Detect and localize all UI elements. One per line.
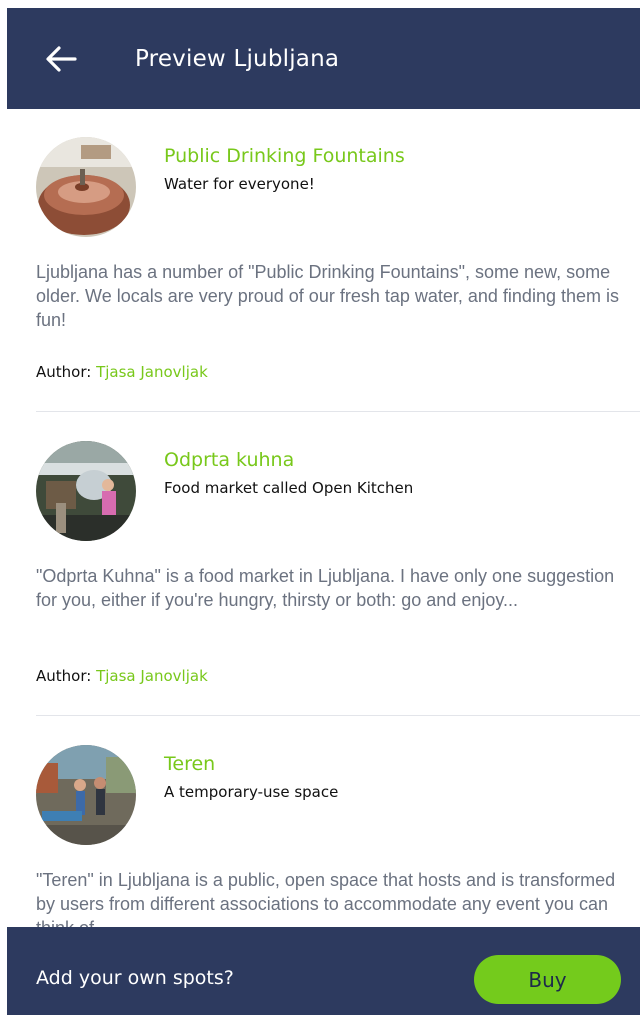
spot-subtitle: Water for everyone! [164, 175, 315, 193]
back-button[interactable] [41, 39, 81, 79]
spot-list[interactable]: Public Drinking Fountains Water for ever… [0, 109, 640, 927]
bottom-cta-bar: Add your own spots? Buy [7, 927, 640, 1015]
spot-subtitle: Food market called Open Kitchen [164, 479, 414, 497]
spot-description: "Teren" in Ljubljana is a public, open s… [36, 870, 616, 927]
add-spots-prompt: Add your own spots? [36, 967, 234, 989]
arrow-left-icon [46, 45, 77, 72]
spot-description: Ljubljana has a number of "Public Drinki… [36, 262, 619, 330]
spot-subtitle: A temporary-use space [164, 783, 339, 801]
divider [36, 715, 640, 716]
author-label: Author: [36, 667, 92, 685]
buy-button[interactable]: Buy [474, 955, 621, 1004]
spot-thumbnail-market [36, 441, 136, 541]
top-app-bar: Preview Ljubljana [7, 8, 640, 109]
spot-title[interactable]: Odprta kuhna [164, 449, 294, 471]
author-name[interactable]: Tjasa Janovljak [96, 667, 208, 685]
spot-title[interactable]: Teren [164, 753, 215, 775]
author-name[interactable]: Tjasa Janovljak [96, 363, 208, 381]
spot-author: Author: Tjasa Janovljak [36, 363, 208, 381]
spot-title[interactable]: Public Drinking Fountains [164, 145, 405, 167]
divider [36, 411, 640, 412]
spot-thumbnail-fountain [36, 137, 136, 237]
spot-author: Author: Tjasa Janovljak [36, 667, 208, 685]
author-label: Author: [36, 363, 92, 381]
spot-description: "Odprta Kuhna" is a food market in Ljubl… [36, 566, 615, 610]
page-title: Preview Ljubljana [135, 45, 340, 72]
spot-thumbnail-teren [36, 745, 136, 845]
